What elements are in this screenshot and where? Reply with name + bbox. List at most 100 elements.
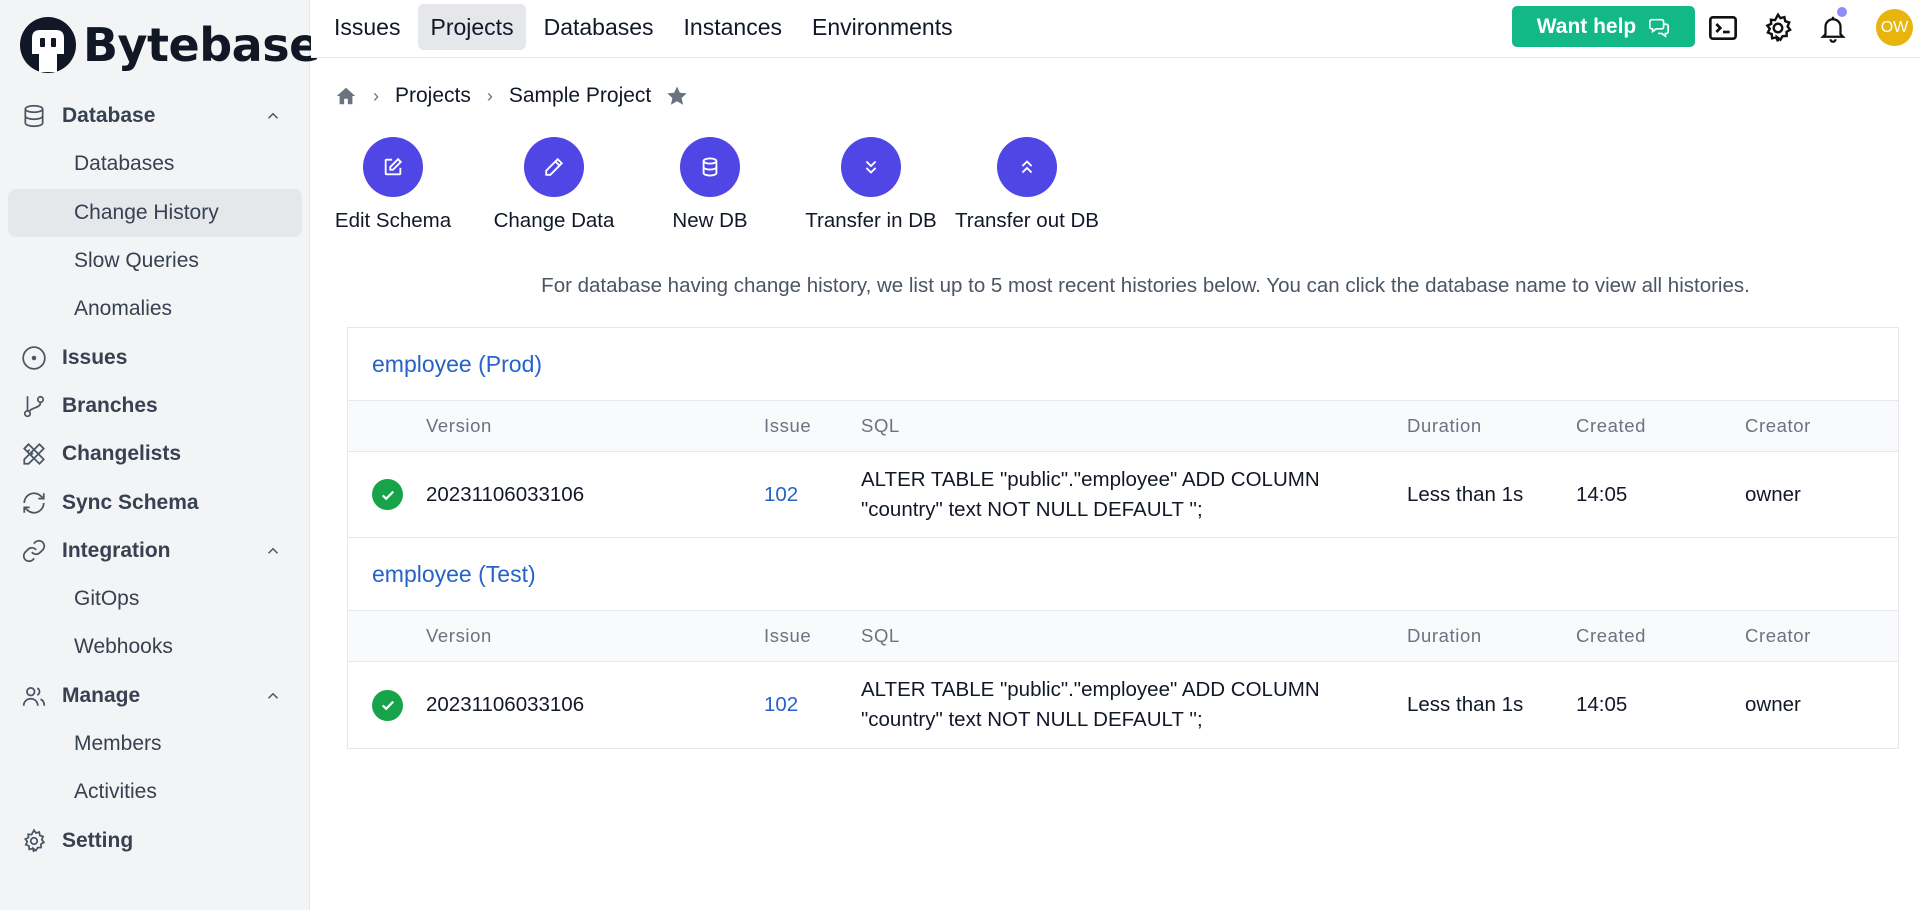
sql-line: "country" text NOT NULL DEFAULT ''; <box>861 497 1203 521</box>
action-label: Transfer out DB <box>955 209 1099 232</box>
column-header-sql: SQL <box>861 625 900 646</box>
created-cell: 14:05 <box>1576 693 1628 716</box>
sync-icon <box>20 489 48 517</box>
change-history-list: employee (Prod) Version Issue SQL Durati… <box>347 327 1899 749</box>
breadcrumb-sample-project: Sample Project <box>508 84 652 107</box>
table-row[interactable]: 20231106033106 102 ALTER TABLE "public".… <box>348 452 1898 538</box>
database-icon <box>20 102 48 130</box>
sidebar-item-label: Sync Schema <box>62 490 199 514</box>
sidebar-item-members[interactable]: Members <box>0 720 310 768</box>
transfer-out-db-button[interactable]: Transfer out DB <box>955 137 1099 233</box>
sql-line: ALTER TABLE "public"."employee" ADD COLU… <box>861 678 1320 701</box>
settings-button[interactable] <box>1761 11 1795 45</box>
want-help-button[interactable]: Want help <box>1512 6 1695 47</box>
pencil-icon <box>524 137 584 197</box>
column-header-version: Version <box>426 415 492 436</box>
sidebar-item-change-history[interactable]: Change History <box>8 188 302 237</box>
sql-line: ALTER TABLE "public"."employee" ADD COLU… <box>861 467 1320 491</box>
sidebar-item-label: Manage <box>62 683 141 707</box>
table-header: Version Issue SQL Duration Created Creat… <box>348 401 1898 452</box>
history-notice: For database having change history, we l… <box>541 274 1750 297</box>
chevron-up-icon[interactable] <box>264 687 282 705</box>
sidebar-item-database[interactable]: Database <box>0 92 310 140</box>
new-db-button[interactable]: New DB <box>670 137 750 233</box>
sidebar-item-slow-queries[interactable]: Slow Queries <box>0 237 310 285</box>
sidebar-item-label: Databases <box>74 152 175 176</box>
sidebar-item-issues[interactable]: Issues <box>0 333 310 381</box>
users-icon <box>20 682 48 710</box>
column-header-duration: Duration <box>1407 415 1482 436</box>
chevrons-up-icon <box>997 137 1057 197</box>
column-header-version: Version <box>426 625 492 646</box>
sql-line: "country" text NOT NULL DEFAULT ''; <box>861 708 1203 731</box>
change-data-button[interactable]: Change Data <box>492 137 616 233</box>
tab-issues[interactable]: Issues <box>322 4 412 50</box>
tab-databases[interactable]: Databases <box>532 4 666 50</box>
database-link-employee-test[interactable]: employee (Test) <box>348 538 1898 611</box>
tab-instances[interactable]: Instances <box>672 4 794 50</box>
sidebar-item-setting[interactable]: Setting <box>0 816 310 864</box>
database-link-employee-prod[interactable]: employee (Prod) <box>348 328 1898 401</box>
sidebar-item-label: Setting <box>62 828 134 852</box>
table-header: Version Issue SQL Duration Created Creat… <box>348 611 1898 662</box>
sidebar-item-anomalies[interactable]: Anomalies <box>0 285 310 333</box>
column-header-duration: Duration <box>1407 625 1482 646</box>
column-header-created: Created <box>1576 625 1647 646</box>
sidebar-item-activities[interactable]: Activities <box>0 768 310 816</box>
star-icon[interactable] <box>665 84 689 108</box>
column-header-sql: SQL <box>861 415 900 436</box>
sql-cell: ALTER TABLE "public"."employee" ADD COLU… <box>861 465 1407 525</box>
action-label: Edit Schema <box>334 209 452 232</box>
tab-environments[interactable]: Environments <box>800 4 965 50</box>
notifications-button[interactable] <box>1816 7 1850 45</box>
issue-link[interactable]: 102 <box>764 483 798 506</box>
changelist-icon <box>20 440 48 468</box>
want-help-label: Want help <box>1536 14 1637 38</box>
sidebar-item-label: Members <box>74 732 162 755</box>
table-row[interactable]: 20231106033106 102 ALTER TABLE "public".… <box>348 662 1898 748</box>
issue-link[interactable]: 102 <box>764 693 798 716</box>
chevrons-down-icon <box>841 137 901 197</box>
chevron-up-icon[interactable] <box>264 542 282 560</box>
column-header-created: Created <box>1576 415 1647 436</box>
created-cell: 14:05 <box>1576 482 1628 506</box>
version-cell: 20231106033106 <box>426 693 585 716</box>
brand-name: Bytebase <box>83 18 320 72</box>
sidebar-item-changelists[interactable]: Changelists <box>0 430 310 478</box>
sidebar-item-manage[interactable]: Manage <box>0 672 310 720</box>
edit-schema-button[interactable]: Edit Schema <box>335 137 451 233</box>
chevron-up-icon[interactable] <box>264 107 282 125</box>
chat-bubbles-icon <box>1649 18 1670 38</box>
breadcrumb-separator-icon: › <box>373 85 379 106</box>
sidebar-item-label: GitOps <box>74 587 140 611</box>
issue-circle-icon <box>20 344 48 372</box>
breadcrumb-projects[interactable]: Projects <box>395 84 471 108</box>
sidebar-item-branches[interactable]: Branches <box>0 382 310 430</box>
sidebar-item-gitops[interactable]: GitOps <box>0 575 310 623</box>
avatar[interactable]: OW <box>1876 9 1913 46</box>
database-icon <box>680 137 740 197</box>
check-circle-icon <box>372 689 403 721</box>
sidebar-nav: Database Databases Change History Slow Q… <box>0 92 310 865</box>
main-content: › Projects › Sample Project Edit Schema … <box>311 58 1920 910</box>
column-header-creator: Creator <box>1745 415 1811 436</box>
sidebar-item-databases[interactable]: Databases <box>0 140 310 188</box>
sidebar-item-webhooks[interactable]: Webhooks <box>0 623 310 671</box>
sidebar-item-label: Anomalies <box>74 297 173 321</box>
git-branch-icon <box>20 392 48 420</box>
column-header-creator: Creator <box>1745 625 1811 646</box>
gear-icon <box>20 827 48 855</box>
check-circle-icon <box>372 479 403 510</box>
sidebar-item-integration[interactable]: Integration <box>0 527 310 575</box>
terminal-button[interactable] <box>1706 11 1740 45</box>
version-cell: 20231106033106 <box>426 482 585 506</box>
transfer-in-db-button[interactable]: Transfer in DB <box>805 137 937 233</box>
sidebar-item-label: Database <box>62 104 156 128</box>
gear-icon <box>1765 12 1792 42</box>
home-icon[interactable] <box>335 85 357 107</box>
edit-schema-icon <box>363 137 423 197</box>
sidebar-item-sync-schema[interactable]: Sync Schema <box>0 478 310 526</box>
bytebase-logo[interactable]: Bytebase <box>19 16 320 74</box>
tab-projects[interactable]: Projects <box>418 4 526 50</box>
link-icon <box>20 537 48 565</box>
